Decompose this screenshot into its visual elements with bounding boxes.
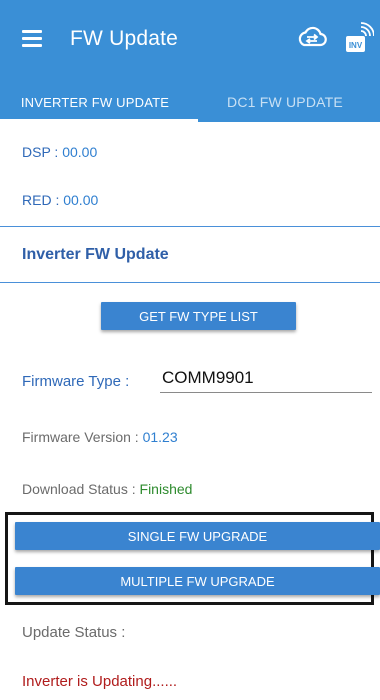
single-fw-upgrade-button[interactable]: SINGLE FW UPGRADE [15, 522, 380, 550]
red-label: RED : [22, 192, 60, 208]
toolbar: FW Update INV [0, 0, 380, 82]
cloud-sync-icon[interactable] [296, 24, 328, 50]
inverter-badge-text: INV [349, 41, 363, 50]
red-version-row: RED : 00.00 [22, 192, 98, 208]
app-bar: FW Update INV INVERTER FW UPDATE DC1 FW … [0, 0, 380, 122]
active-tab-indicator [0, 119, 198, 122]
tab-bar: INVERTER FW UPDATE DC1 FW UPDATE [0, 82, 380, 122]
firmware-version-label: Firmware Version : [22, 429, 139, 445]
dsp-value: 00.00 [62, 144, 98, 160]
menu-icon[interactable] [22, 30, 42, 47]
inverter-wifi-icon[interactable]: INV [344, 20, 374, 54]
firmware-type-field[interactable] [160, 364, 372, 393]
firmware-type-label: Firmware Type : [22, 373, 130, 390]
tab-inverter-fw-update[interactable]: INVERTER FW UPDATE [0, 82, 190, 122]
firmware-version-value: 01.23 [142, 429, 178, 445]
update-status-label: Update Status : [22, 624, 126, 641]
red-value: 00.00 [63, 192, 99, 208]
download-status-row: Download Status : Finished [22, 481, 192, 497]
update-status-value: Inverter is Updating...... [22, 673, 178, 690]
firmware-version-row: Firmware Version : 01.23 [22, 429, 178, 445]
tab-dc1-fw-update[interactable]: DC1 FW UPDATE [190, 82, 380, 122]
dsp-version-row: DSP : 00.00 [22, 144, 97, 160]
dsp-label: DSP : [22, 144, 59, 160]
page-title: FW Update [70, 27, 178, 50]
multiple-fw-upgrade-button[interactable]: MULTIPLE FW UPGRADE [15, 567, 380, 595]
download-status-value: Finished [139, 481, 193, 497]
get-fw-type-list-button[interactable]: GET FW TYPE LIST [101, 302, 296, 330]
download-status-label: Download Status : [22, 481, 136, 497]
divider [0, 282, 380, 283]
section-title: Inverter FW Update [22, 246, 169, 263]
divider [0, 226, 380, 227]
